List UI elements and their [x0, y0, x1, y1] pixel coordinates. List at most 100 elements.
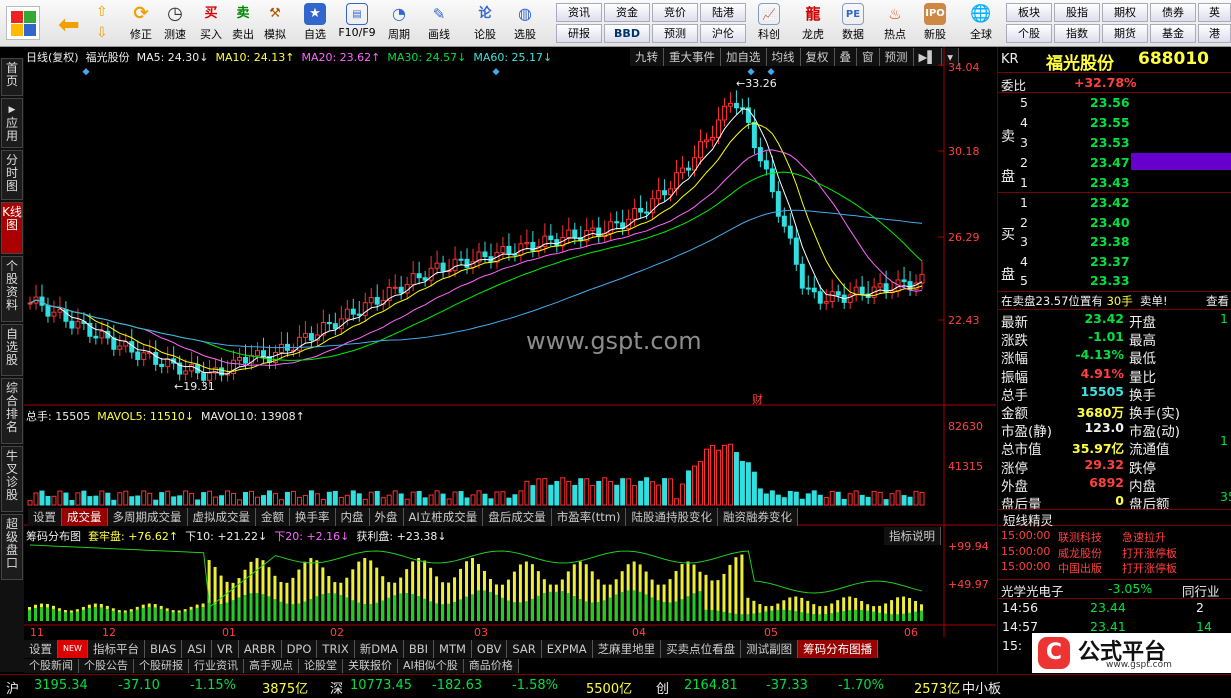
jingling-title[interactable]: 短线精灵	[1003, 510, 1053, 529]
toolbar-sh-london[interactable]: 沪伦	[700, 24, 746, 43]
tab-diagnosis[interactable]: 牛叉诊股	[1, 446, 23, 512]
info-tab-commodity[interactable]: 商品价格	[463, 659, 519, 673]
vol-tab-pe[interactable]: 市盈率(ttm)	[551, 508, 627, 526]
kline-chart-area[interactable]: 日线(复权) 福光股份 MA5: 24.30↓ MA10: 24.13↑ MA2…	[24, 47, 996, 659]
vol-tab-amount[interactable]: 金额	[256, 508, 290, 526]
indicator-help-button[interactable]: 指标说明	[884, 527, 941, 545]
fix-button[interactable]: ⟳ 修正	[124, 2, 158, 44]
toolbar-bbd[interactable]: BBD	[604, 24, 650, 43]
info-tab-related[interactable]: 关联报价	[343, 659, 398, 673]
btn-add-watch[interactable]: 加自选	[721, 48, 767, 66]
toolbar-futures[interactable]: 期货	[1102, 24, 1148, 43]
vol-tab-inner[interactable]: 内盘	[335, 508, 370, 526]
ind-tab-expma[interactable]: EXPMA	[541, 640, 593, 658]
back-arrow-icon[interactable]: ⬅	[58, 10, 80, 40]
info-tab-forum[interactable]: 论股堂	[299, 659, 343, 673]
up-arrow-icon[interactable]: ⇧	[96, 4, 108, 20]
info-tab-announce[interactable]: 个股公告	[79, 659, 134, 673]
speed-test-button[interactable]: ◷ 测速	[158, 2, 192, 44]
tab-apps[interactable]: ▶ 应用	[1, 98, 23, 148]
btn-forecast[interactable]: 预测	[879, 48, 914, 66]
info-tab-industry[interactable]: 行业资讯	[189, 659, 244, 673]
sell-level-price[interactable]: 23.43	[1090, 175, 1130, 190]
ind-tab-bbi[interactable]: BBI	[403, 640, 435, 658]
vol-tab-hk[interactable]: 陆股通持股变化	[626, 508, 718, 526]
vol-tab-after[interactable]: 盘后成交量	[483, 508, 552, 526]
buy-level-price[interactable]: 23.38	[1090, 234, 1130, 249]
draw-line-button[interactable]: ✎ 画线	[422, 2, 456, 44]
ind-tab-sar[interactable]: SAR	[507, 640, 542, 658]
star-market-button[interactable]: 📈 科创	[752, 2, 786, 44]
forum-button[interactable]: 论论股	[468, 2, 502, 44]
app-logo-icon[interactable]	[6, 6, 40, 40]
toolbar-news[interactable]: 资讯	[556, 3, 602, 22]
ind-tab-chip[interactable]: 筹码分布图播	[798, 640, 879, 658]
ind-tab-test[interactable]: 测试副图	[741, 640, 799, 658]
vol-tab-outer[interactable]: 外盘	[369, 508, 404, 526]
finance-marker[interactable]: 财	[752, 391, 763, 407]
dragon-tiger-button[interactable]: 龍龙虎	[796, 2, 830, 44]
buy-button[interactable]: 买买入	[194, 2, 228, 44]
ind-tab-settings[interactable]: 设置	[24, 640, 58, 658]
buy-level-price[interactable]: 23.33	[1090, 273, 1130, 288]
buy-level-price[interactable]: 23.40	[1090, 215, 1130, 230]
info-tab-ai[interactable]: AI相似个股	[398, 659, 464, 673]
buy-level-price[interactable]: 23.42	[1090, 195, 1130, 210]
news-stock[interactable]: 联测科技	[1058, 529, 1102, 545]
tab-kline[interactable]: K线图	[1, 202, 23, 254]
toolbar-stocks[interactable]: 个股	[1006, 24, 1052, 43]
tab-ranking[interactable]: 综合排名	[1, 378, 23, 444]
vol-tab-virtual[interactable]: 虚拟成交量	[187, 508, 256, 526]
period-button[interactable]: ◔ 周期	[382, 2, 416, 44]
ind-tab-dpo[interactable]: DPO	[281, 640, 318, 658]
data-button[interactable]: PE 数据	[836, 2, 870, 44]
down-arrow-icon[interactable]: ⇩	[96, 25, 108, 41]
sell-level-price[interactable]: 23.47	[1090, 155, 1130, 170]
ind-tab-zhima[interactable]: 芝麻里地里	[592, 640, 662, 658]
ind-tab-vr[interactable]: VR	[211, 640, 239, 658]
buy-level-price[interactable]: 23.37	[1090, 254, 1130, 269]
f10-button[interactable]: ▤ F10/F9	[336, 2, 378, 44]
ind-tab-asi[interactable]: ASI	[182, 640, 212, 658]
vol-tab-multi[interactable]: 多周期成交量	[107, 508, 188, 526]
order-note-more[interactable]: 查看	[1206, 293, 1229, 309]
toolbar-hk[interactable]: 港	[1198, 24, 1231, 43]
cy-label[interactable]: 创	[656, 678, 669, 697]
sh-label[interactable]: 沪	[6, 678, 19, 697]
toolbar-options[interactable]: 期权	[1102, 3, 1148, 22]
expand-icon[interactable]: ▶▌	[913, 48, 943, 66]
btn-major-events[interactable]: 重大事件	[664, 48, 721, 66]
sz-label[interactable]: 深	[330, 678, 343, 697]
toolbar-sector[interactable]: 板块	[1006, 3, 1052, 22]
tab-watchlist[interactable]: 自选股	[1, 324, 23, 376]
tab-order-book[interactable]: 超级盘口	[1, 514, 23, 580]
toolbar-forecast[interactable]: 预测	[652, 24, 698, 43]
stock-picker-button[interactable]: ◍ 选股	[508, 2, 542, 44]
btn-ma[interactable]: 均线	[766, 48, 801, 66]
ind-tab-bias[interactable]: BIAS	[144, 640, 183, 658]
toolbar-hk-connect[interactable]: 陆港	[700, 3, 746, 22]
ipo-button[interactable]: IPO 新股	[918, 2, 952, 44]
btn-window[interactable]: 窗	[857, 48, 880, 66]
vol-tab-turnover[interactable]: 换手率	[290, 508, 336, 526]
tab-profile[interactable]: 个股资料	[1, 256, 23, 322]
vol-tab-volume[interactable]: 成交量	[62, 508, 108, 526]
toolbar-uk[interactable]: 英	[1198, 3, 1231, 22]
hotspot-button[interactable]: ♨ 热点	[878, 2, 912, 44]
watchlist-button[interactable]: ★ 自选	[298, 2, 332, 44]
sell-level-price[interactable]: 23.53	[1090, 135, 1130, 150]
sell-button[interactable]: 卖卖出	[226, 2, 260, 44]
toolbar-research[interactable]: 研报	[556, 24, 602, 43]
tab-intraday[interactable]: 分时图	[1, 150, 23, 200]
ind-tab-mtm[interactable]: MTM	[434, 640, 472, 658]
info-tab-research[interactable]: 个股研报	[134, 659, 189, 673]
ind-tab-obv[interactable]: OBV	[471, 640, 508, 658]
ind-tab-arbr[interactable]: ARBR	[238, 640, 282, 658]
info-tab-news[interactable]: 个股新闻	[24, 659, 79, 673]
ind-tab-bs-points[interactable]: 买卖点位看盘	[661, 640, 742, 658]
global-button[interactable]: 🌐 全球	[964, 2, 998, 44]
sell-level-price[interactable]: 23.56	[1090, 95, 1130, 110]
toolbar-fund[interactable]: 资金	[604, 3, 650, 22]
simulate-button[interactable]: ⚒ 模拟	[258, 2, 292, 44]
vol-tab-settings[interactable]: 设置	[28, 508, 62, 526]
